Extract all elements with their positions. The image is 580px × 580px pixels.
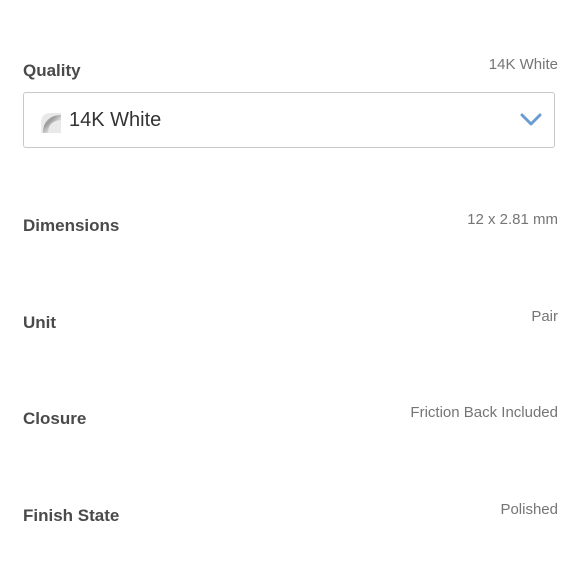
quality-label: Quality [23,61,81,80]
spec-label-finish-state: Finish State [23,506,120,525]
spec-value-dimensions: 12 x 2.81 mm [467,211,558,228]
spec-row-finish-state: Finish State Polished [23,501,558,541]
spec-value-finish-state: Polished [500,501,558,518]
spec-label-closure: Closure [23,409,87,428]
quality-select[interactable]: 14K White [23,92,555,148]
spec-label-dimensions: Dimensions [23,216,120,235]
spec-row-dimensions: Dimensions 12 x 2.81 mm [23,211,558,251]
spec-row-closure: Closure Friction Back Included [23,404,558,444]
quality-row: Quality 14K White [23,56,558,96]
quality-select-value: 14K White [69,109,162,131]
metal-swatch-icon [39,111,61,133]
spec-value-closure: Friction Back Included [410,404,558,421]
spec-row-unit: Unit Pair [23,308,558,348]
spec-value-unit: Pair [531,308,558,325]
chevron-down-icon[interactable] [520,113,542,127]
spec-label-unit: Unit [23,313,57,332]
quality-selected-value: 14K White [488,56,558,73]
